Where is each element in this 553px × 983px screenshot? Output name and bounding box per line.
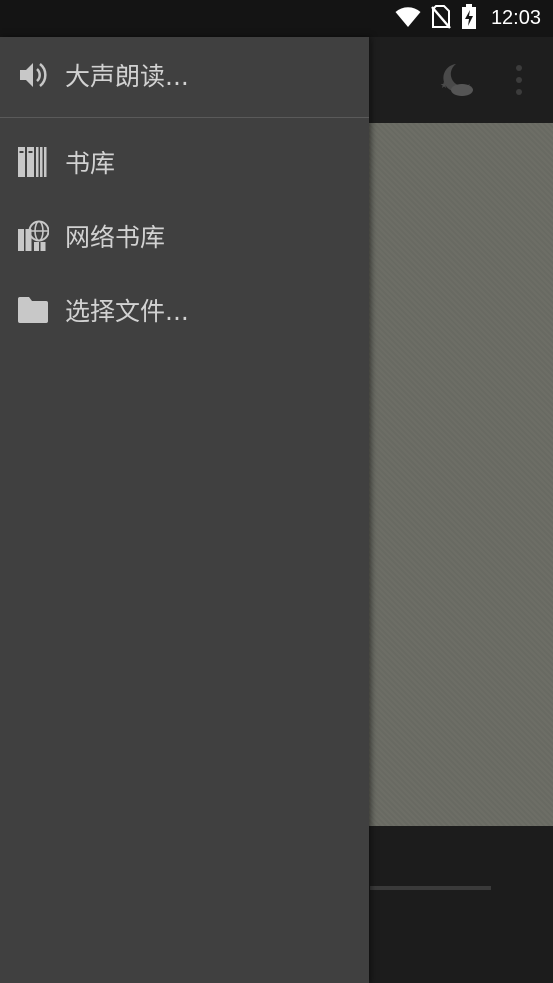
folder-icon xyxy=(17,294,49,326)
drawer-item-label: 网络书库 xyxy=(65,223,166,252)
reading-progress-track[interactable] xyxy=(370,886,491,890)
drawer-divider xyxy=(0,117,369,118)
drawer-item-label: 大声朗读... xyxy=(65,62,189,91)
library-icon xyxy=(17,146,49,178)
status-icons: 12:03 xyxy=(395,0,541,37)
drawer-item-network-library[interactable]: 网络书库 xyxy=(0,203,369,269)
status-time: 12:03 xyxy=(490,7,541,29)
drawer-item-label: 选择文件... xyxy=(65,297,189,326)
screen: 12:03 ★ 大声朗读... 书库 网络书库 选择文件... xyxy=(0,0,553,983)
wifi-icon xyxy=(395,6,421,32)
drawer-item-read-aloud[interactable]: 大声朗读... xyxy=(0,42,369,108)
battery-charging-icon xyxy=(461,3,477,34)
drawer-item-choose-file[interactable]: 选择文件... xyxy=(0,277,369,343)
no-sim-icon xyxy=(431,4,451,33)
more-options-icon[interactable] xyxy=(508,65,530,95)
drawer-item-label: 书库 xyxy=(65,149,116,178)
navigation-drawer: 大声朗读... 书库 网络书库 选择文件... xyxy=(0,37,369,983)
drawer-item-library[interactable]: 书库 xyxy=(0,129,369,195)
svg-text:★: ★ xyxy=(440,81,448,91)
night-mode-icon[interactable]: ★ xyxy=(436,62,474,98)
network-library-icon xyxy=(17,220,49,252)
status-bar: 12:03 xyxy=(0,0,553,37)
speaker-icon xyxy=(17,59,49,91)
